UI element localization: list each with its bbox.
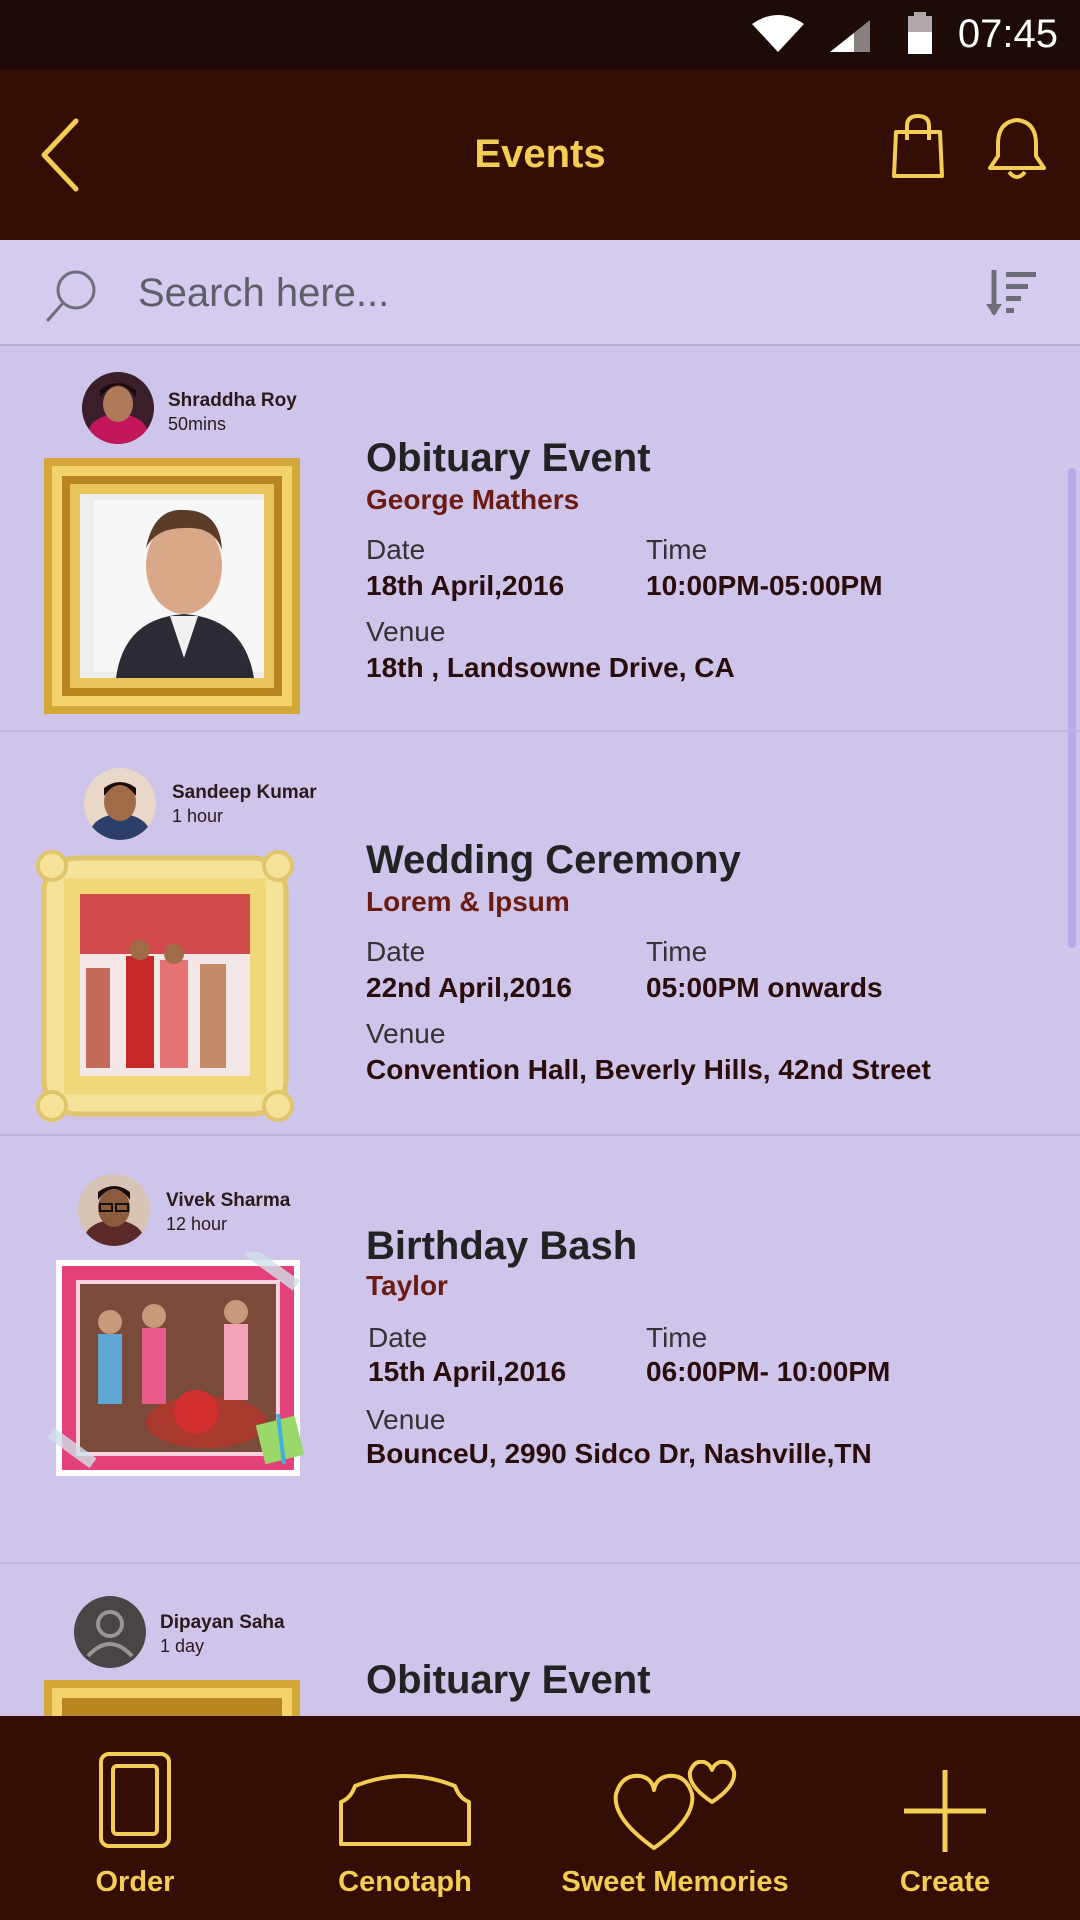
- search-icon[interactable]: [44, 268, 100, 324]
- event-card[interactable]: Vivek Sharma 12 hour Birthday Bash Taylo…: [0, 1136, 1080, 1564]
- bottom-navigation: Order Cenotaph Sweet Memories Create: [0, 1716, 1080, 1920]
- event-venue: Convention Hall, Beverly Hills, 42nd Str…: [366, 1054, 931, 1085]
- plus-icon: [904, 1770, 986, 1852]
- date-label: Date: [368, 1322, 428, 1353]
- user-name: Sandeep Kumar: [172, 782, 317, 803]
- birthday-photo-frame: [47, 1252, 305, 1476]
- event-title: Obituary Event: [366, 1658, 651, 1702]
- event-venue: BounceU, 2990 Sidco Dr, Nashville,TN: [366, 1438, 872, 1469]
- notification-bell-icon[interactable]: [986, 116, 1048, 182]
- nav-create[interactable]: Create: [810, 1716, 1080, 1920]
- shopping-bag-icon[interactable]: [890, 114, 946, 180]
- portrait-frame: [44, 1680, 300, 1716]
- event-title: Birthday Bash: [366, 1224, 638, 1268]
- post-time: 1 day: [160, 1636, 205, 1656]
- event-venue: 18th , Landsowne Drive, CA: [366, 652, 735, 683]
- post-time: 1 hour: [172, 806, 224, 826]
- avatar: [82, 372, 154, 444]
- venue-label: Venue: [366, 1404, 446, 1435]
- app-bar: Events: [0, 70, 1080, 240]
- post-time: 12 hour: [166, 1214, 228, 1234]
- avatar: [84, 768, 156, 840]
- nav-cenotaph[interactable]: Cenotaph: [270, 1716, 540, 1920]
- time-label: Time: [646, 936, 708, 967]
- nav-sweet-memories-label: Sweet Memories: [561, 1866, 789, 1898]
- portrait-frame: [44, 458, 300, 714]
- event-subtitle: George Mathers: [366, 484, 580, 515]
- event-time: 10:00PM-05:00PM: [646, 570, 883, 601]
- event-subtitle: Taylor: [366, 1270, 448, 1301]
- event-date: 18th April,2016: [366, 570, 565, 601]
- avatar: [74, 1596, 146, 1668]
- event-card[interactable]: Shraddha Roy 50mins Obituary Event Georg…: [0, 348, 1080, 732]
- nav-cenotaph-label: Cenotaph: [338, 1866, 472, 1898]
- hearts-icon: [613, 1760, 737, 1850]
- event-card[interactable]: Sandeep Kumar 1 hour Wedding Ceremony Lo…: [0, 732, 1080, 1136]
- date-label: Date: [366, 936, 426, 967]
- cenotaph-icon: [339, 1774, 471, 1846]
- event-time: 05:00PM onwards: [646, 972, 883, 1003]
- status-bar: 07:45: [0, 0, 1080, 70]
- event-card[interactable]: Dipayan Saha 1 day Obituary Event: [0, 1566, 1080, 1716]
- frame-icon: [99, 1752, 171, 1848]
- nav-sweet-memories[interactable]: Sweet Memories: [540, 1716, 810, 1920]
- wifi-icon: [752, 15, 804, 52]
- nav-order-label: Order: [95, 1866, 175, 1898]
- ornate-photo-frame: [36, 850, 294, 1122]
- event-subtitle: Lorem & Ipsum: [366, 886, 570, 917]
- battery-icon: [908, 12, 932, 54]
- date-label: Date: [366, 534, 426, 565]
- user-name: Vivek Sharma: [166, 1190, 291, 1211]
- signal-icon: [830, 20, 870, 52]
- user-name: Shraddha Roy: [168, 390, 297, 411]
- event-date: 15th April,2016: [368, 1356, 567, 1387]
- clock: 07:45: [957, 12, 1058, 56]
- event-title: Wedding Ceremony: [366, 838, 741, 882]
- time-label: Time: [646, 534, 708, 565]
- time-label: Time: [646, 1322, 708, 1353]
- venue-label: Venue: [366, 1018, 446, 1049]
- avatar: [78, 1174, 150, 1246]
- event-feed[interactable]: Shraddha Roy 50mins Obituary Event Georg…: [0, 348, 1080, 1716]
- user-name: Dipayan Saha: [160, 1612, 285, 1633]
- post-time: 50mins: [168, 414, 227, 434]
- sort-icon[interactable]: [984, 266, 1038, 320]
- event-date: 22nd April,2016: [366, 972, 572, 1003]
- nav-order[interactable]: Order: [0, 1716, 270, 1920]
- event-title: Obituary Event: [366, 436, 651, 480]
- search-input[interactable]: [138, 262, 938, 324]
- event-time: 06:00PM- 10:00PM: [646, 1356, 891, 1387]
- search-bar: [0, 240, 1080, 346]
- venue-label: Venue: [366, 616, 446, 647]
- nav-create-label: Create: [899, 1866, 991, 1898]
